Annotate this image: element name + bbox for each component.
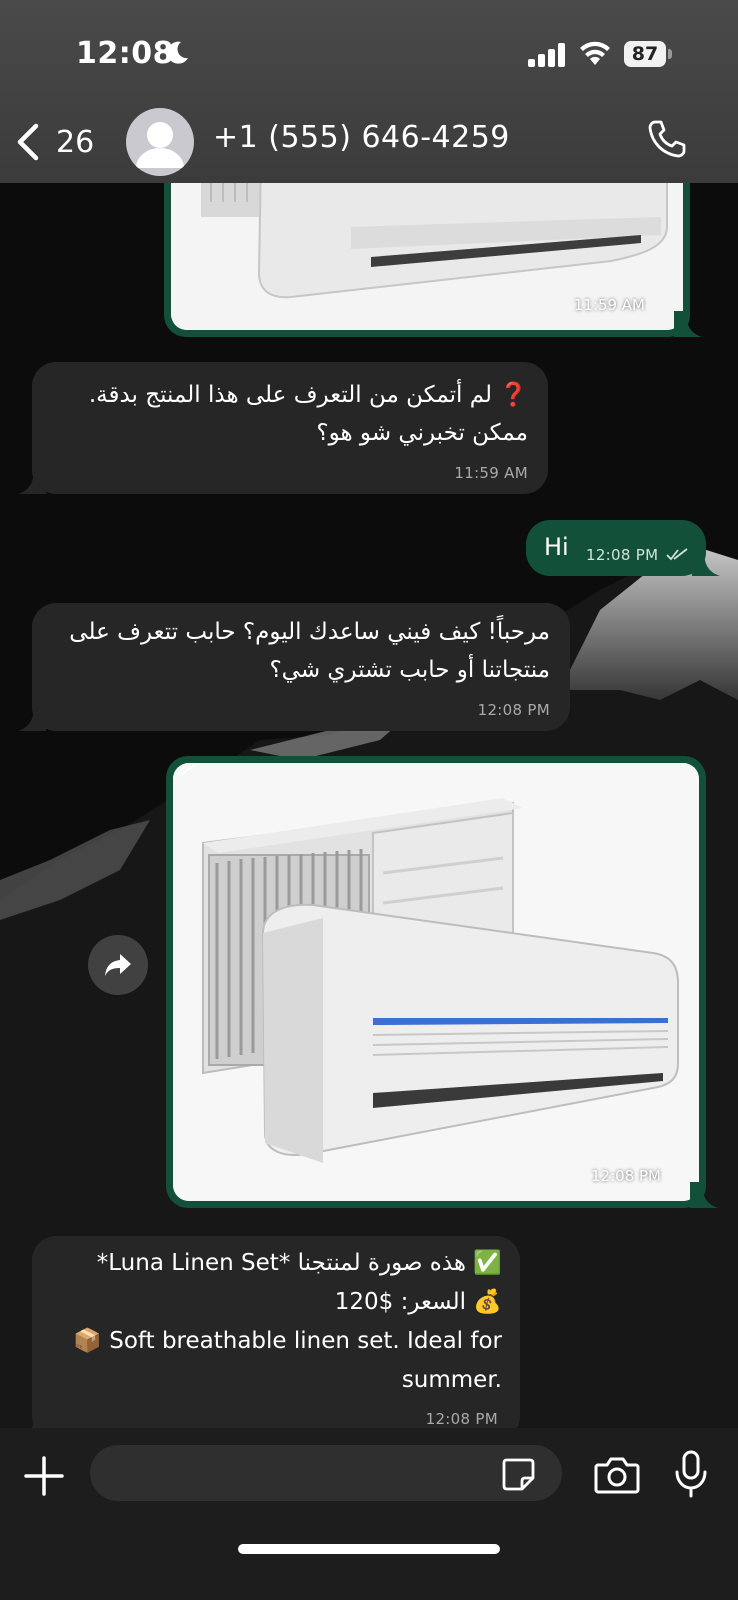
message-time: 11:59 AM [573,296,645,314]
phone-call-icon[interactable] [646,118,688,160]
message-line: ممكن تخبرني شو هو؟ [316,420,528,446]
message-text: Hi [544,533,569,561]
signal-icon [528,43,565,67]
incoming-message[interactable]: مرحباً! كيف فيني ساعدك اليوم؟ حابب تتعرف… [18,603,570,731]
message-input-bar [0,1428,738,1600]
avatar-person-icon [136,122,184,168]
message-input[interactable] [90,1445,562,1501]
message-line: منتجاتنا أو حابب تشتري شي؟ [269,657,550,683]
double-check-icon [173,764,195,777]
plus-icon[interactable] [24,1456,64,1496]
chat-header: 12:08 87 26 +1 (555) 646-4259 [0,0,738,183]
moon-icon [167,41,188,64]
message-time: 11:59 AM [454,464,528,482]
status-time: 12:08 [76,36,174,71]
product-image: 12:08 PM [173,763,699,1201]
message-time: 12:08 PM [425,1410,498,1428]
back-button[interactable]: 26 [14,118,94,166]
mic-icon[interactable] [674,1450,708,1498]
contact-name[interactable]: +1 (555) 646-4259 [213,120,510,155]
image-message[interactable]: 12:08 PM [166,756,718,1208]
battery-level: 87 [624,41,666,67]
wifi-icon [580,41,610,65]
message-time: 12:08 PM [591,1167,661,1185]
forward-arrow-icon [105,954,131,976]
message-line: 💰 السعر: $120 [334,1289,502,1315]
message-line: مرحباً! كيف فيني ساعدك اليوم؟ حابب تتعرف… [69,619,550,645]
outgoing-message[interactable]: Hi 12:08 PM [526,520,720,576]
back-chevron-icon [17,123,39,161]
message-time: 12:08 PM [477,701,550,719]
home-indicator[interactable] [238,1544,500,1554]
message-time: 12:08 PM [586,546,659,564]
sticker-icon[interactable] [500,1456,536,1492]
unread-count: 26 [56,124,95,160]
message-line: ✅ هذه صورة لمنتجنا *Luna Linen Set* [96,1250,502,1276]
avatar[interactable] [126,108,194,176]
incoming-message[interactable]: ❓ لم أتمكن من التعرف على هذا المنتج بدقة… [18,362,548,494]
message-line: summer. [401,1367,502,1393]
forward-button[interactable] [88,935,148,995]
camera-icon[interactable] [594,1455,640,1495]
double-check-icon [666,548,688,561]
message-line: 📦 Soft breathable linen set. Ideal for [73,1328,502,1354]
message-line: ❓ لم أتمكن من التعرف على هذا المنتج بدقة… [88,382,528,408]
incoming-message[interactable]: ✅ هذه صورة لمنتجنا *Luna Linen Set* 💰 ال… [18,1236,520,1440]
battery-indicator: 87 [624,41,672,67]
